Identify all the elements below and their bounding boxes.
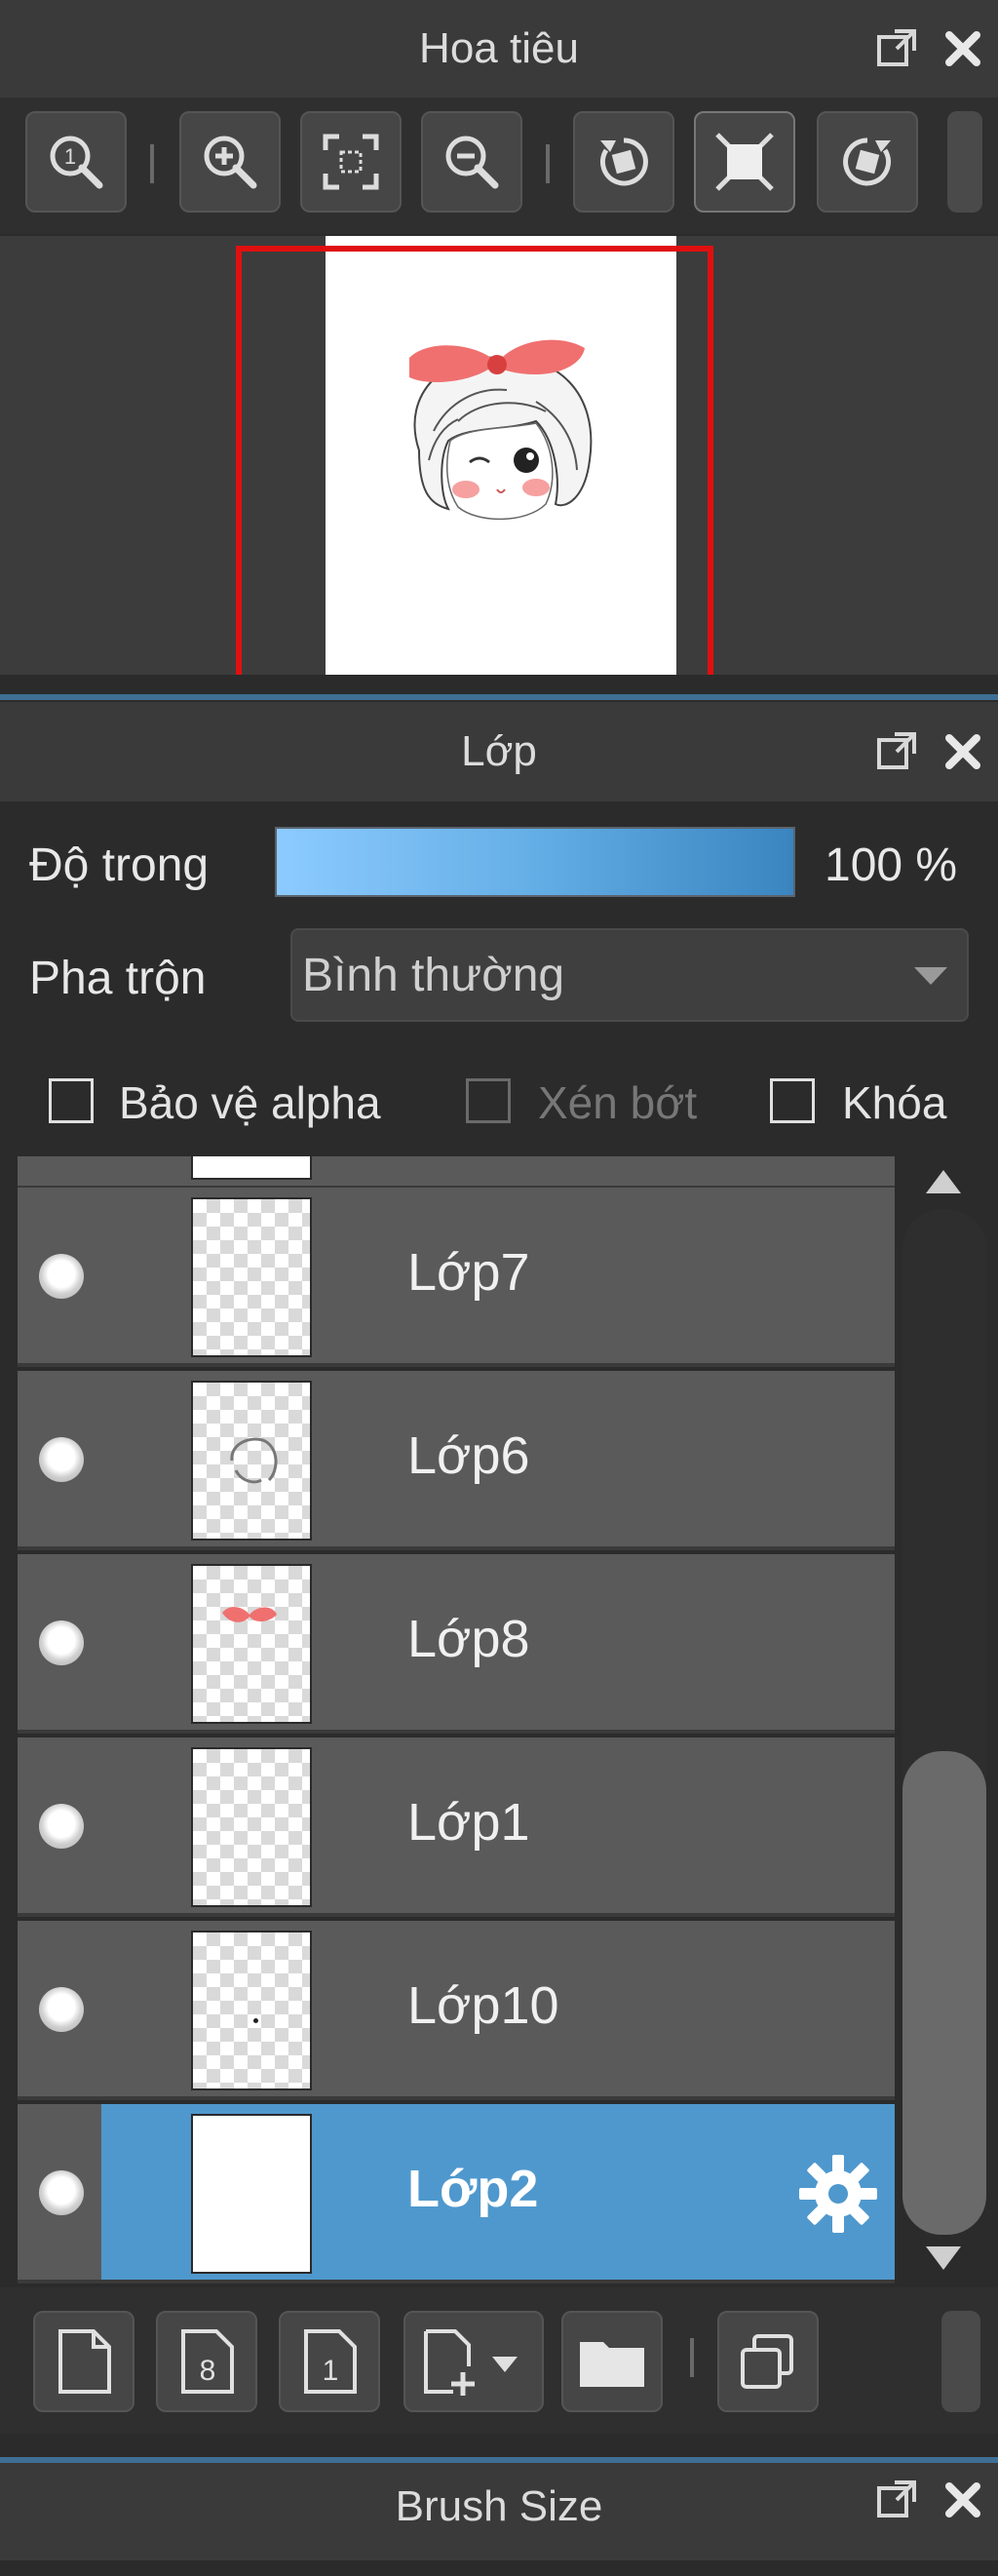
lock-label: Khóa <box>842 1077 947 1128</box>
close-icon[interactable] <box>941 27 984 70</box>
lock-checkbox[interactable] <box>770 1078 815 1123</box>
clip-checkbox[interactable] <box>466 1078 511 1123</box>
layer-row-selected[interactable]: Lớp2 <box>18 2104 895 2283</box>
navigator-titlebar: Hoa tiêu <box>0 0 998 98</box>
zoom-actual-icon: 1 <box>50 136 103 189</box>
protect-alpha-checkbox[interactable] <box>49 1078 94 1123</box>
fit-screen-button[interactable] <box>300 111 402 213</box>
blend-mode-value: Bình thường <box>302 949 565 1001</box>
layer-actions-toolbar: 8 1 <box>0 2287 998 2434</box>
navigator-title: Hoa tiêu <box>419 24 579 72</box>
layer-thumbnail <box>191 1564 312 1724</box>
new-8bit-layer-button[interactable]: 8 <box>156 2311 257 2412</box>
layers-title: Lớp <box>461 727 537 775</box>
navigator-preview[interactable] <box>0 236 998 675</box>
layer-1bit-icon: 1 <box>304 2329 357 2394</box>
scrollbar-thumb[interactable] <box>902 1751 986 2235</box>
brush-size-titlebar: Brush Size <box>0 2463 998 2560</box>
layer-row[interactable]: Lớp10 <box>18 1921 895 2100</box>
protect-alpha-label: Bảo vệ alpha <box>119 1077 381 1128</box>
layer-row[interactable]: Lớp1 <box>18 1737 895 1917</box>
fit-screen-icon <box>323 134 379 190</box>
zoom-in-button[interactable] <box>179 111 281 213</box>
layer-row[interactable]: Lớp7 <box>18 1188 895 1367</box>
close-icon[interactable] <box>941 2478 984 2521</box>
visibility-icon[interactable] <box>39 1620 84 1665</box>
opacity-slider[interactable] <box>275 827 795 897</box>
fullscreen-icon <box>715 133 774 191</box>
scroll-up-arrow[interactable] <box>922 1166 965 1197</box>
toolbar-overflow-handle[interactable] <box>941 2311 980 2412</box>
layer-name: Lớp10 <box>407 1976 559 2035</box>
layer-name: Lớp7 <box>407 1243 530 1302</box>
opacity-label: Độ trong <box>29 839 210 891</box>
rotate-left-button[interactable] <box>573 111 674 213</box>
svg-text:1: 1 <box>323 2355 339 2387</box>
layer-thumbnail <box>191 1381 312 1541</box>
layer-name: Lớp2 <box>407 2160 539 2218</box>
svg-text:8: 8 <box>200 2355 216 2387</box>
scroll-down-arrow[interactable] <box>922 2243 965 2274</box>
layer-thumbnail <box>191 1931 312 2090</box>
brush-size-title: Brush Size <box>395 2482 603 2530</box>
layer-thumbnail <box>191 2114 312 2274</box>
new-layer-button[interactable] <box>33 2311 134 2412</box>
zoom-in-icon <box>204 136 257 189</box>
toolbar-overflow-handle[interactable] <box>947 111 982 213</box>
new-layer-icon <box>58 2329 111 2394</box>
layer-name: Lớp1 <box>407 1793 530 1852</box>
add-layer-icon <box>424 2329 518 2396</box>
svg-text:1: 1 <box>64 144 76 169</box>
gear-icon[interactable] <box>795 2151 881 2237</box>
layer-list: Lớp7 Lớp6 Lớp8 Lớp1 Lớp10 Lớp2 <box>18 1156 895 2283</box>
popout-icon[interactable] <box>875 2478 918 2521</box>
popout-icon[interactable] <box>875 27 918 70</box>
visibility-icon[interactable] <box>39 1437 84 1482</box>
chevron-down-icon <box>914 967 947 985</box>
new-1bit-layer-button[interactable]: 1 <box>279 2311 380 2412</box>
layer-row[interactable]: Lớp6 <box>18 1371 895 1550</box>
zoom-out-button[interactable] <box>421 111 522 213</box>
layer-8bit-icon: 8 <box>181 2329 234 2394</box>
toolbar-separator <box>690 2338 694 2377</box>
duplicate-layer-button[interactable] <box>717 2311 819 2412</box>
toolbar-separator <box>546 144 550 183</box>
new-folder-button[interactable] <box>561 2311 663 2412</box>
popout-icon[interactable] <box>875 730 918 773</box>
layer-name: Lớp8 <box>407 1610 530 1668</box>
visibility-icon[interactable] <box>39 1987 84 2032</box>
fullscreen-button[interactable] <box>694 111 795 213</box>
opacity-value: 100 % <box>825 839 958 891</box>
zoom-actual-button[interactable]: 1 <box>25 111 127 213</box>
layer-thumbnail <box>191 1156 312 1180</box>
duplicate-icon <box>741 2334 793 2389</box>
panel-divider[interactable] <box>0 694 998 700</box>
blend-label: Pha trộn <box>29 953 207 1004</box>
toolbar-separator <box>150 144 154 183</box>
visibility-icon[interactable] <box>39 1254 84 1299</box>
blend-mode-select[interactable]: Bình thường <box>290 928 969 1022</box>
viewport-frame[interactable] <box>236 246 713 675</box>
zoom-out-icon <box>445 136 499 189</box>
layer-row-partial[interactable] <box>18 1156 895 1190</box>
layer-thumbnail <box>191 1197 312 1357</box>
rotate-left-icon <box>599 137 648 186</box>
rotate-right-icon <box>843 137 892 186</box>
navigator-toolbar: 1 <box>0 98 998 234</box>
close-icon[interactable] <box>941 730 984 773</box>
add-layer-dropdown-button[interactable] <box>403 2311 544 2412</box>
rotate-right-button[interactable] <box>817 111 918 213</box>
layers-titlebar: Lớp <box>0 702 998 801</box>
folder-icon <box>580 2342 644 2387</box>
layer-thumbnail <box>191 1747 312 1907</box>
visibility-icon[interactable] <box>39 1804 84 1849</box>
layer-row[interactable]: Lớp8 <box>18 1554 895 1734</box>
clip-label: Xén bớt <box>538 1077 698 1128</box>
visibility-icon[interactable] <box>39 2170 84 2215</box>
layer-name: Lớp6 <box>407 1426 530 1485</box>
